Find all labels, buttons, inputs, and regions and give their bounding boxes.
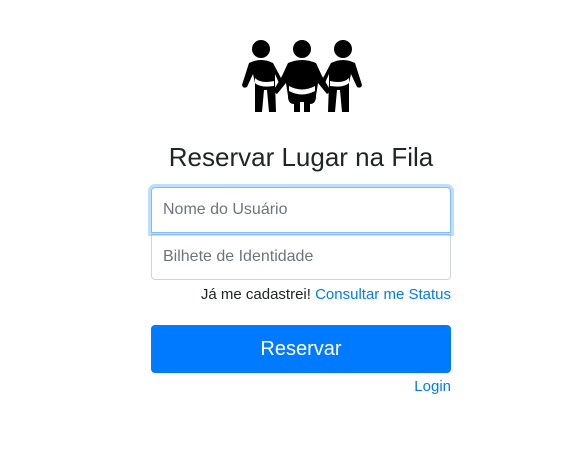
login-row: Login — [151, 377, 451, 397]
people-queue-icon — [242, 40, 362, 112]
reservation-page: Reservar Lugar na Fila Já me cadastrei! … — [0, 0, 569, 453]
username-input[interactable] — [151, 187, 451, 233]
status-line: Já me cadastrei! Consultar me Status — [151, 285, 451, 305]
check-status-link[interactable]: Consultar me Status — [315, 286, 451, 303]
login-link[interactable]: Login — [414, 378, 451, 395]
reservation-form: Já me cadastrei! Consultar me Status Res… — [151, 187, 451, 397]
id-card-input[interactable] — [151, 234, 451, 280]
registered-text: Já me cadastrei! — [200, 286, 311, 303]
page-title: Reservar Lugar na Fila — [168, 142, 434, 172]
reserve-button[interactable]: Reservar — [151, 325, 451, 373]
